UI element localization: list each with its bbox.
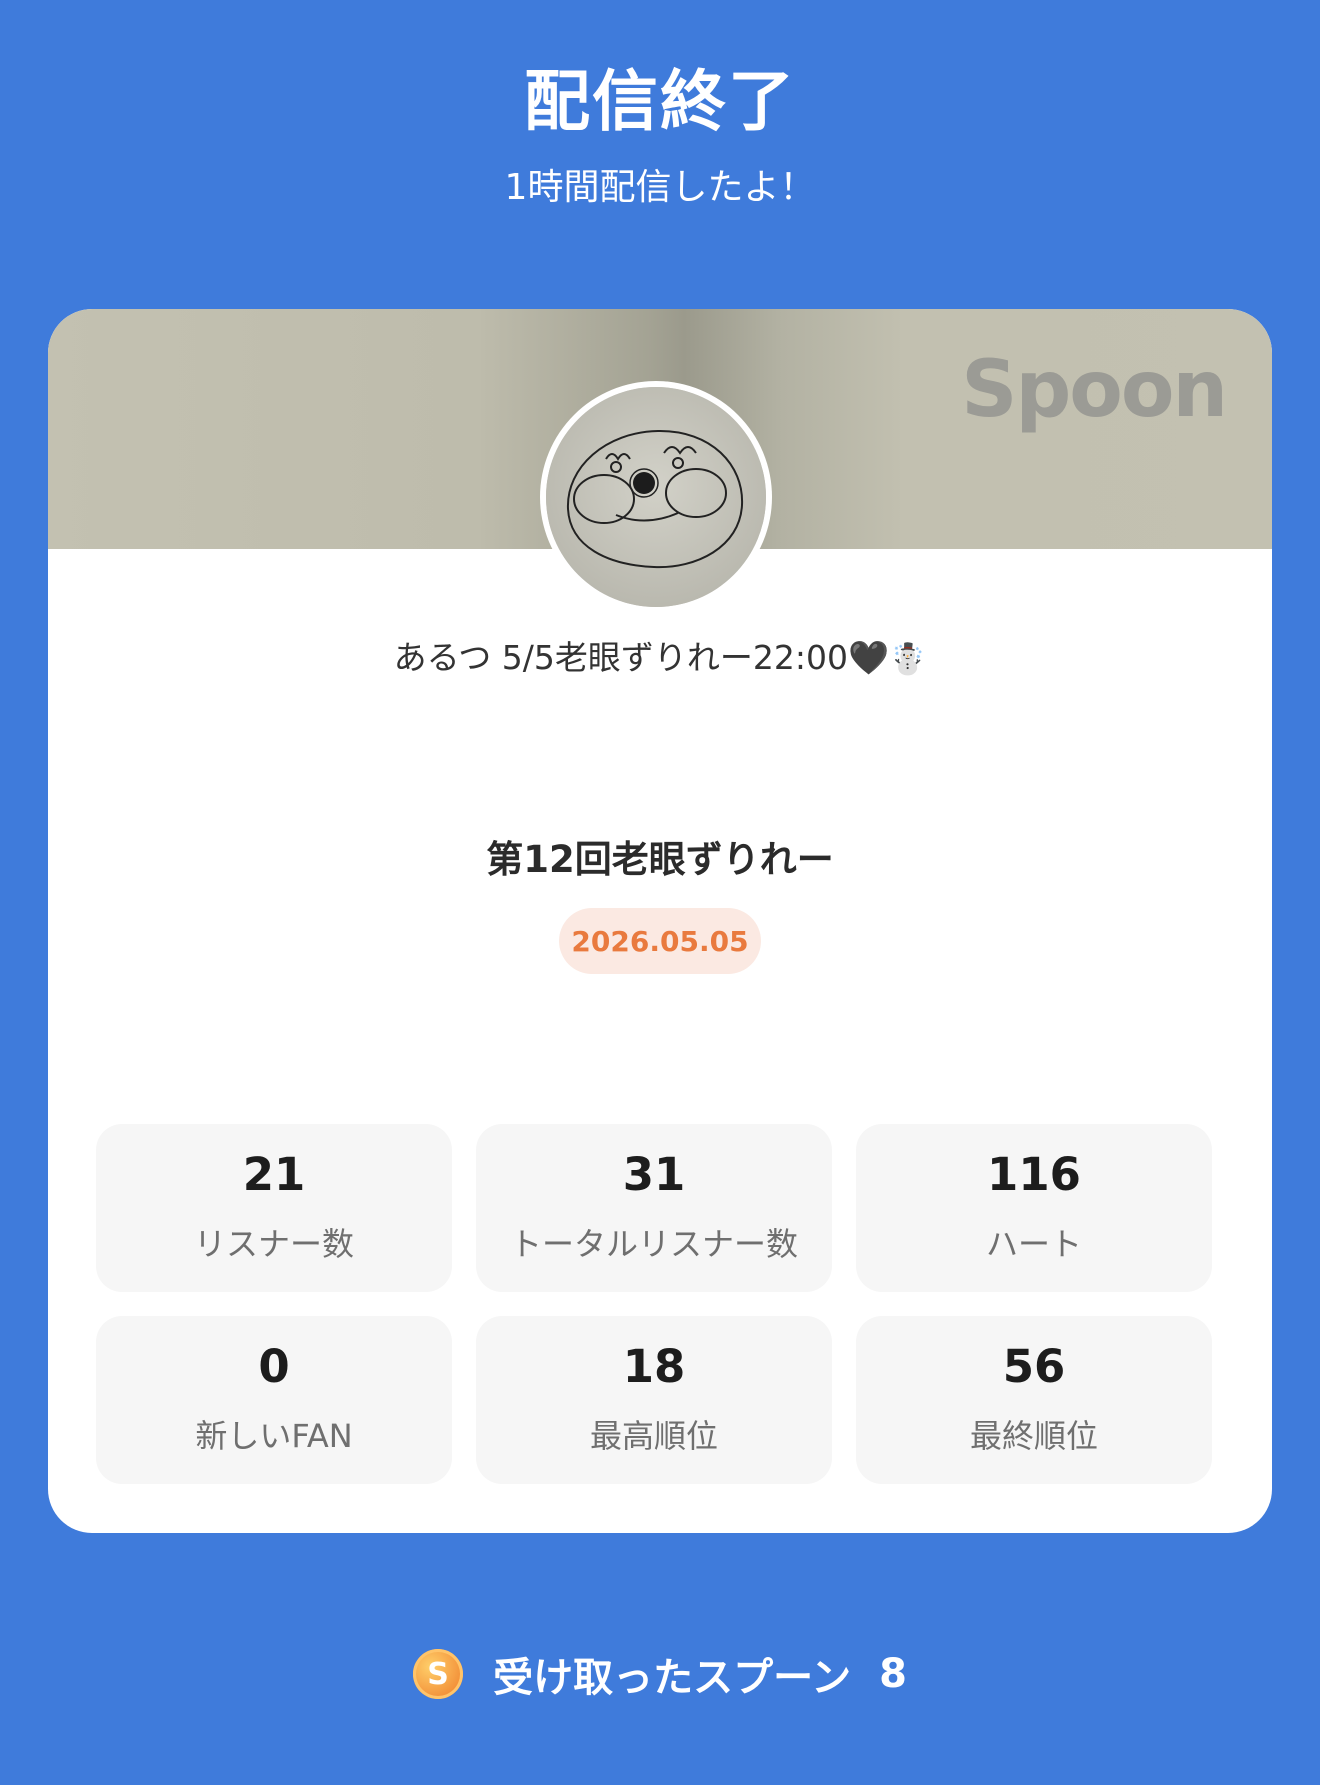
stat-new-fans: 0 新しいFAN [96, 1316, 452, 1484]
stat-hearts: 116 ハート [856, 1124, 1212, 1292]
stat-value: 0 [258, 1339, 290, 1393]
spoon-logo: Spoon [961, 345, 1228, 435]
snowman-icon: ☃️ [889, 642, 927, 677]
stat-label: ハート [985, 1224, 1082, 1263]
stat-label: 最高順位 [589, 1416, 718, 1455]
received-spoons-count: 8 [879, 1651, 907, 1697]
stat-label: 新しいFAN [195, 1416, 353, 1455]
stat-value: 31 [622, 1147, 686, 1201]
stat-value: 18 [622, 1339, 686, 1393]
stat-final-rank: 56 最終順位 [856, 1316, 1212, 1484]
broadcast-summary-card: Spoon あるつ 5/5老眼ずりれー22:00🖤☃️ 第12回老眼ずりれー 2… [48, 309, 1272, 1533]
stat-value: 116 [987, 1147, 1081, 1201]
page-title: 配信終了 [524, 63, 796, 140]
stat-label: 最終順位 [969, 1416, 1098, 1455]
received-spoons: S 受け取ったスプーン 8 [0, 1644, 1320, 1704]
face-drawing-icon [546, 387, 766, 607]
avatar[interactable] [540, 381, 772, 613]
stat-listeners: 21 リスナー数 [96, 1124, 452, 1292]
stat-label: リスナー数 [193, 1224, 354, 1263]
stat-highest-rank: 18 最高順位 [476, 1316, 832, 1484]
stat-value: 56 [1002, 1339, 1066, 1393]
page-subtitle: 1時間配信したよ！ [504, 167, 816, 208]
received-spoons-label: 受け取ったスプーン [493, 1655, 852, 1701]
stats-grid: 21 リスナー数 31 トータルリスナー数 116 ハート 0 新しいFAN 1… [96, 1124, 1212, 1484]
black-heart-icon: 🖤 [847, 638, 890, 677]
username-text: あるつ 5/5老眼ずりれー22:00 [393, 638, 848, 677]
username: あるつ 5/5老眼ずりれー22:00🖤☃️ [48, 631, 1272, 679]
broadcast-title: 第12回老眼ずりれー [486, 838, 834, 881]
stat-total-listeners: 31 トータルリスナー数 [476, 1124, 832, 1292]
avatar-image [546, 387, 766, 607]
spoon-coin-icon: S [413, 1649, 464, 1699]
stat-value: 21 [242, 1147, 306, 1201]
date-badge: 2026.05.05 [559, 908, 761, 974]
stat-label: トータルリスナー数 [509, 1224, 798, 1263]
